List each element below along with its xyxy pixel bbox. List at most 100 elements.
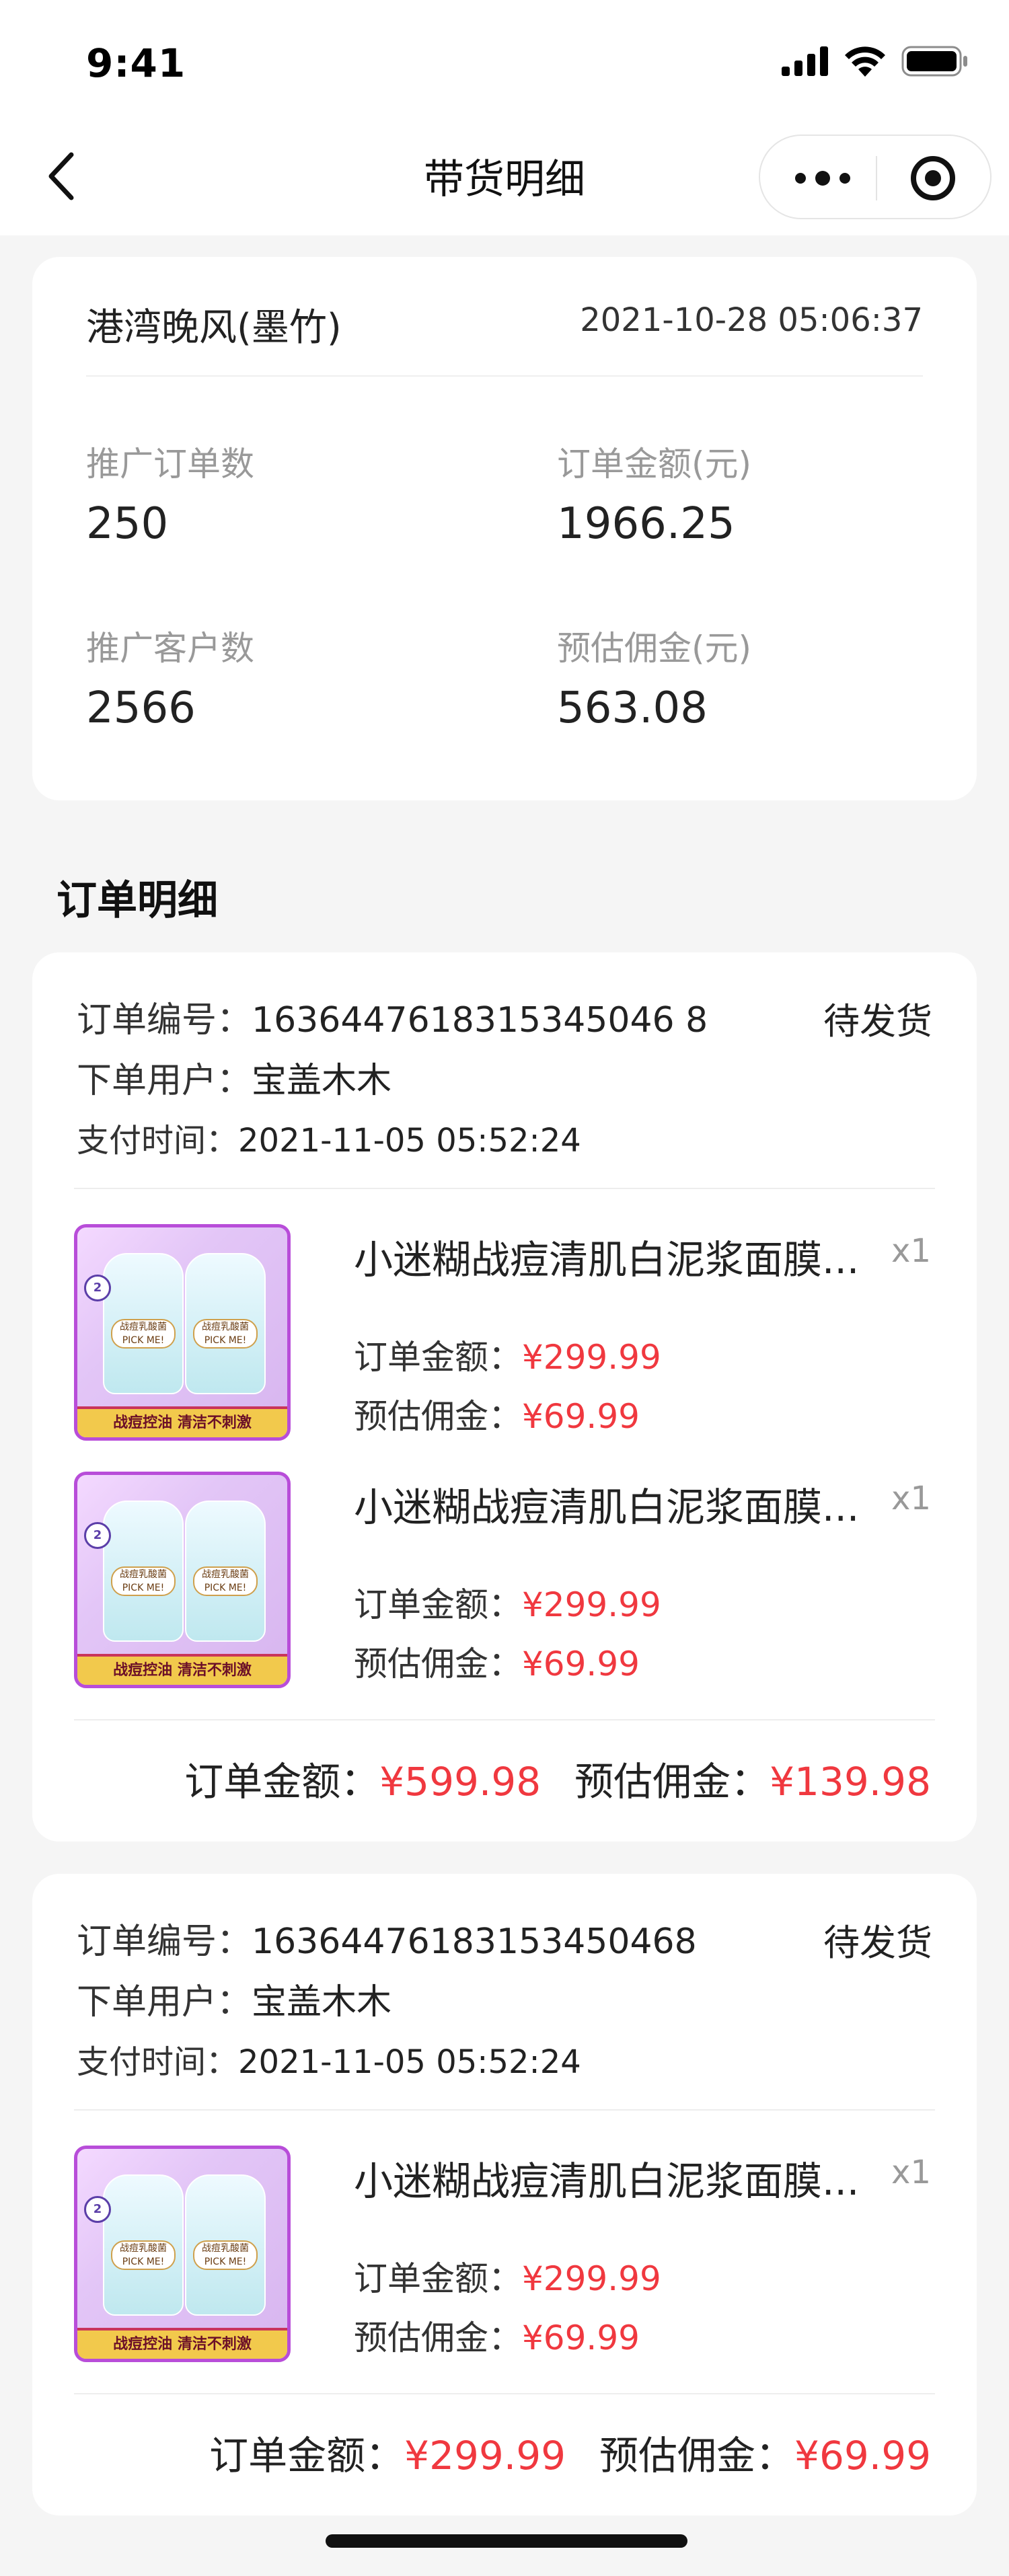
item-amount-value: ¥299.99 [522, 2259, 661, 2298]
product-quantity: x1 [891, 2154, 931, 2191]
item-commission-value: ¥69.99 [522, 1644, 640, 1683]
item-amount-value: ¥299.99 [522, 1338, 661, 1377]
divider [86, 375, 923, 377]
signal-icon [782, 46, 828, 76]
order-user-value: 宝盖木木 [252, 1061, 392, 1101]
divider [74, 2109, 935, 2111]
item-amount: 订单金额：¥299.99 [354, 1578, 661, 1626]
stat-label-orders: 推广订单数 [86, 445, 254, 484]
product-thumbnail[interactable]: 战痘乳酸菌 PICK ME! 战痘乳酸菌 PICK ME! 2 战痘控油 清洁不… [74, 1472, 291, 1688]
home-indicator[interactable] [326, 2534, 687, 2548]
order-number-label: 订单编号： [77, 1922, 252, 1962]
item-commission-value: ¥69.99 [522, 2318, 640, 2357]
product-title[interactable]: 小迷糊战痘清肌白泥浆面膜... [354, 2150, 859, 2206]
stat-label-amount: 订单金额(元) [557, 445, 752, 484]
product-thumbnail[interactable]: 战痘乳酸菌 PICK ME! 战痘乳酸菌 PICK ME! 2 战痘控油 清洁不… [74, 1224, 291, 1441]
battery-icon [901, 46, 967, 77]
pouch-label: 战痘乳酸菌 PICK ME! [193, 2240, 258, 2270]
order-number-label: 订单编号： [77, 1000, 252, 1040]
item-commission-label: 预估佣金： [354, 2318, 522, 2357]
product-badge: 2 [84, 2196, 111, 2223]
order-number: 订单编号：16364476183153450468 [77, 1913, 697, 1963]
order-user: 下单用户：宝盖木木 [77, 1973, 391, 2024]
top-bar: 9:41 带货明细 [0, 0, 1009, 235]
pay-time-label: 支付时间： [77, 2043, 239, 2081]
order-user-label: 下单用户： [77, 1982, 252, 2022]
total-amount-value: ¥599.98 [379, 1759, 541, 1805]
order-user-label: 下单用户： [77, 1061, 252, 1101]
total-commission-label: 预估佣金： [599, 2433, 795, 2478]
stat-value-commission: 563.08 [557, 683, 708, 733]
product-badge: 2 [84, 1275, 111, 1301]
order-number: 订单编号：1636447618315345046 8 [77, 991, 708, 1042]
total-amount-label: 订单金额： [184, 1759, 380, 1805]
order-number-value: 1636447618315345046 8 [252, 1000, 708, 1040]
item-commission: 预估佣金：¥69.99 [354, 1390, 640, 1438]
item-amount: 订单金额：¥299.99 [354, 1330, 661, 1379]
product-banner: 战痘控油 清洁不刺激 [77, 1654, 287, 1685]
product-banner: 战痘控油 清洁不刺激 [77, 1406, 287, 1437]
divider [74, 1719, 935, 1720]
capsule-divider [876, 156, 877, 200]
close-target-icon[interactable] [911, 156, 955, 200]
stat-label-customers: 推广客户数 [86, 629, 254, 668]
total-commission-label: 预估佣金： [574, 1759, 770, 1805]
item-amount-label: 订单金额： [354, 2259, 522, 2298]
section-title: 订单明细 [57, 877, 218, 924]
product-title[interactable]: 小迷糊战痘清肌白泥浆面膜... [354, 1228, 859, 1285]
product-banner: 战痘控油 清洁不刺激 [77, 2328, 287, 2359]
influencer-name: 港湾晚风(墨竹) [86, 306, 342, 350]
pouch-label: 战痘乳酸菌 PICK ME! [111, 1319, 176, 1349]
pay-time-value: 2021-11-05 05:52:24 [238, 1122, 581, 1160]
stat-value-customers: 2566 [86, 683, 196, 733]
order-user: 下单用户：宝盖木木 [77, 1052, 391, 1102]
item-amount-label: 订单金额： [354, 1338, 522, 1377]
item-amount: 订单金额：¥299.99 [354, 2252, 661, 2300]
item-commission-value: ¥69.99 [522, 1397, 640, 1436]
total-commission-value: ¥69.99 [794, 2433, 931, 2478]
stat-value-orders: 250 [86, 499, 169, 549]
wifi-icon [845, 46, 885, 77]
item-commission: 预估佣金：¥69.99 [354, 2311, 640, 2359]
product-badge: 2 [84, 1522, 111, 1549]
mini-program-capsule [759, 135, 992, 219]
total-amount-label: 订单金额： [209, 2433, 405, 2478]
pouch-label: 战痘乳酸菌 PICK ME! [193, 1319, 258, 1349]
order-status: 待发货 [823, 1000, 932, 1043]
order-pay-time: 支付时间：2021-11-05 05:52:24 [77, 2035, 581, 2082]
order-pay-time: 支付时间：2021-11-05 05:52:24 [77, 1114, 581, 1161]
stat-label-commission: 预估佣金(元) [557, 629, 752, 668]
divider [74, 1188, 935, 1189]
pouch-label: 战痘乳酸菌 PICK ME! [111, 2240, 176, 2270]
pouch-label: 战痘乳酸菌 PICK ME! [111, 1566, 176, 1596]
item-amount-label: 订单金额： [354, 1585, 522, 1624]
status-icons [782, 44, 969, 78]
item-commission: 预估佣金：¥69.99 [354, 1637, 640, 1685]
order-user-value: 宝盖木木 [252, 1982, 392, 2022]
total-amount-value: ¥299.99 [404, 2433, 566, 2478]
order-card[interactable]: 订单编号：16364476183153450468 待发货 下单用户：宝盖木木 … [32, 1874, 977, 2515]
product-title[interactable]: 小迷糊战痘清肌白泥浆面膜... [354, 1476, 859, 1532]
stat-value-amount: 1966.25 [557, 499, 735, 549]
summary-datetime: 2021-10-28 05:06:37 [580, 301, 923, 339]
status-time: 9:41 [86, 40, 186, 86]
item-amount-value: ¥299.99 [522, 1585, 661, 1624]
item-commission-label: 预估佣金： [354, 1644, 522, 1683]
order-number-value: 16364476183153450468 [252, 1922, 697, 1962]
page: 9:41 带货明细 港湾晚风(墨竹) 2021-10-28 05:06:37 推… [0, 0, 1009, 2576]
pouch-label: 战痘乳酸菌 PICK ME! [193, 1566, 258, 1596]
total-commission-value: ¥139.98 [770, 1759, 931, 1805]
summary-card: 港湾晚风(墨竹) 2021-10-28 05:06:37 推广订单数 250 订… [32, 257, 977, 800]
divider [74, 2393, 935, 2394]
order-card[interactable]: 订单编号：1636447618315345046 8 待发货 下单用户：宝盖木木… [32, 952, 977, 1842]
order-total: 订单金额：¥599.98 预估佣金：¥139.98 [184, 1750, 931, 1807]
product-quantity: x1 [891, 1232, 931, 1270]
pay-time-label: 支付时间： [77, 1122, 239, 1160]
item-commission-label: 预估佣金： [354, 1397, 522, 1436]
product-quantity: x1 [891, 1480, 931, 1517]
pay-time-value: 2021-11-05 05:52:24 [238, 2043, 581, 2081]
order-total: 订单金额：¥299.99 预估佣金：¥69.99 [209, 2424, 931, 2480]
product-thumbnail[interactable]: 战痘乳酸菌 PICK ME! 战痘乳酸菌 PICK ME! 2 战痘控油 清洁不… [74, 2146, 291, 2362]
more-icon[interactable] [795, 136, 850, 221]
order-status: 待发货 [823, 1922, 932, 1964]
